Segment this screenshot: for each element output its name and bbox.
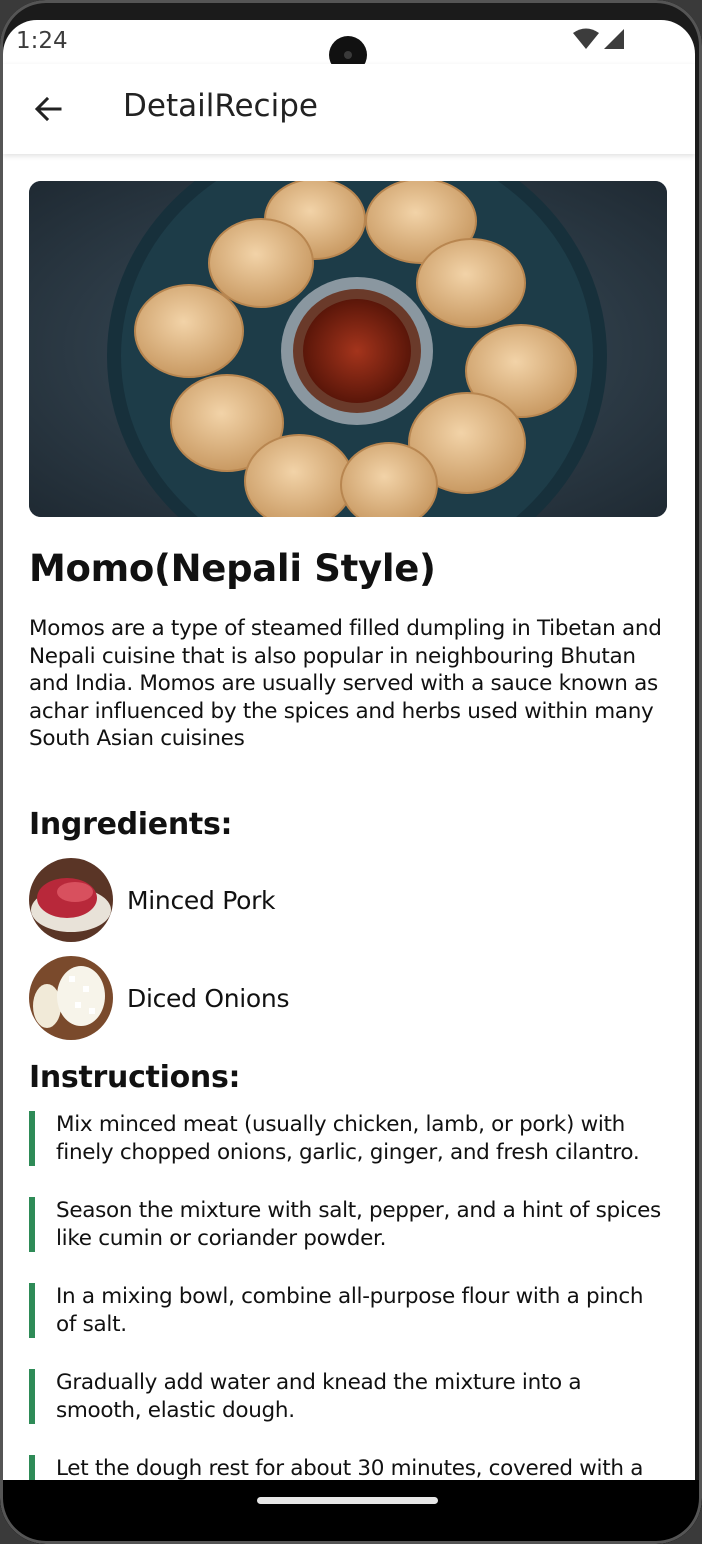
back-button[interactable] bbox=[23, 84, 73, 134]
recipe-title: Momo(Nepali Style) bbox=[29, 547, 436, 590]
ingredients-heading: Ingredients: bbox=[29, 807, 233, 842]
recipe-description: Momos are a type of steamed filled dumpl… bbox=[29, 616, 662, 751]
screen: 1:24 DetailRecipe Momo(Nepali Style) Mom… bbox=[3, 20, 695, 1480]
instruction-step-text: In a mixing bowl, combine all-purpose fl… bbox=[56, 1284, 644, 1337]
status-icons bbox=[573, 28, 625, 50]
wifi-icon bbox=[573, 28, 599, 49]
system-navigation-bar bbox=[0, 1480, 702, 1544]
ingredient-label: Diced Onions bbox=[127, 983, 290, 1013]
instruction-step: Season the mixture with salt, pepper, an… bbox=[29, 1197, 669, 1252]
instruction-step: In a mixing bowl, combine all-purpose fl… bbox=[29, 1283, 669, 1338]
app-bar: DetailRecipe bbox=[3, 64, 695, 154]
phone-frame: 1:24 DetailRecipe Momo(Nepali Style) Mom… bbox=[0, 0, 702, 1544]
home-gesture-handle[interactable] bbox=[257, 1497, 438, 1504]
status-time: 1:24 bbox=[16, 28, 68, 54]
recipe-hero-image bbox=[29, 181, 667, 517]
instruction-step-text: Let the dough rest for about 30 minutes,… bbox=[56, 1456, 644, 1480]
arrow-back-icon bbox=[34, 96, 62, 122]
instruction-step-text: Mix minced meat (usually chicken, lamb, … bbox=[56, 1112, 640, 1165]
instructions-heading: Instructions: bbox=[29, 1060, 241, 1095]
ingredient-label: Minced Pork bbox=[127, 885, 276, 915]
instruction-step: Gradually add water and knead the mixtur… bbox=[29, 1369, 669, 1424]
ingredient-item: Diced Onions bbox=[29, 956, 289, 1040]
cellular-signal-icon bbox=[604, 29, 624, 49]
ingredient-image-minced-pork bbox=[29, 858, 113, 942]
instruction-step-text: Season the mixture with salt, pepper, an… bbox=[56, 1198, 661, 1251]
status-bar: 1:24 bbox=[3, 20, 695, 74]
instruction-step: Let the dough rest for about 30 minutes,… bbox=[29, 1455, 669, 1480]
ingredient-item: Minced Pork bbox=[29, 858, 276, 942]
page-title: DetailRecipe bbox=[123, 88, 318, 124]
ingredient-image-diced-onions bbox=[29, 956, 113, 1040]
instruction-step-text: Gradually add water and knead the mixtur… bbox=[56, 1370, 582, 1423]
instruction-step: Mix minced meat (usually chicken, lamb, … bbox=[29, 1111, 669, 1166]
recipe-content[interactable]: Momo(Nepali Style) Momos are a type of s… bbox=[29, 181, 667, 1480]
